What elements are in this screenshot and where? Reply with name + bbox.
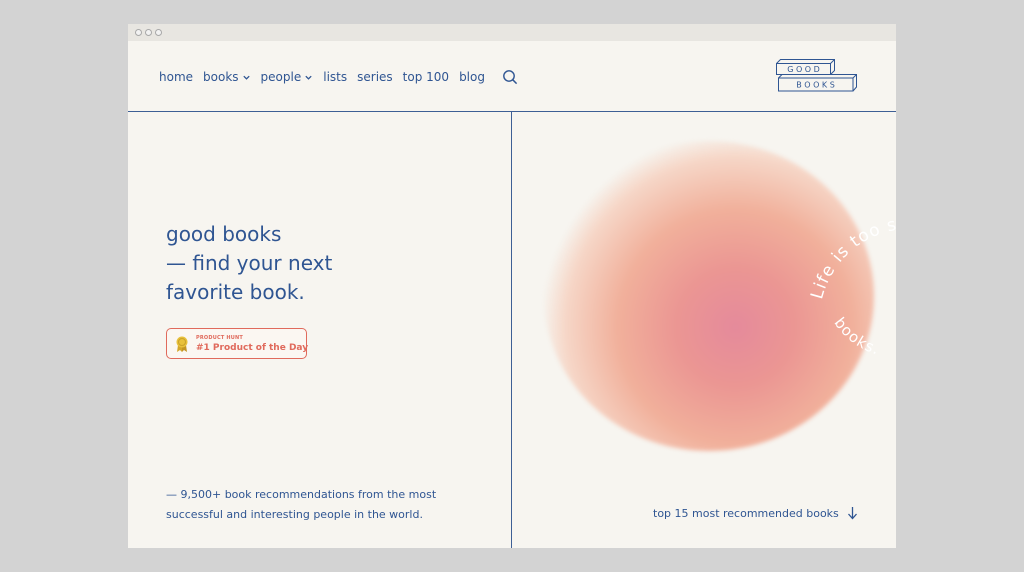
nav-item-lists[interactable]: lists <box>323 70 347 84</box>
nav-item-label: blog <box>459 70 485 84</box>
medal-icon <box>176 336 188 352</box>
nav-item-series[interactable]: series <box>357 70 393 84</box>
logo-line-good: G O O D <box>787 65 820 74</box>
nav-item-label: series <box>357 70 393 84</box>
product-hunt-badge[interactable]: PRODUCT HUNT #1 Product of the Day <box>166 328 309 359</box>
top-books-link[interactable]: top 15 most recommended books <box>653 506 858 520</box>
window-minimize-dot[interactable] <box>145 29 152 36</box>
window-titlebar <box>128 24 896 41</box>
quote-arc-lower: books. <box>831 314 882 359</box>
nav-item-home[interactable]: home <box>159 70 193 84</box>
nav-item-people[interactable]: people <box>261 70 314 84</box>
quote-arc-upper: Life is too s <box>807 215 896 302</box>
rotating-quote: Life is too s books. <box>807 215 896 359</box>
site-logo[interactable]: G O O D B O O K S <box>775 57 859 96</box>
nav-item-books[interactable]: books <box>203 70 251 84</box>
nav-item-label: books <box>203 70 239 84</box>
nav-item-label: people <box>260 70 302 84</box>
chevron-down-icon <box>242 75 250 80</box>
hero-line-3: favorite book. <box>166 280 305 304</box>
hero-line-2: — find your next <box>166 251 333 275</box>
top-books-label: top 15 most recommended books <box>653 506 839 520</box>
nav-item-label: lists <box>323 70 348 84</box>
site-header: home books people lists series top 100 b… <box>128 41 896 112</box>
hero-visual: Life is too s books. <box>512 113 896 548</box>
window-maximize-dot[interactable] <box>155 29 162 36</box>
nav-item-label: top 100 <box>402 70 450 84</box>
hero-title: good books — find your next favorite boo… <box>166 220 332 307</box>
summary-line-1: — 9,500+ book recommendations from the m… <box>166 488 437 501</box>
nav-item-label: home <box>159 70 194 84</box>
badge-title: #1 Product of the Day <box>196 343 309 353</box>
main-nav: home books people lists series top 100 b… <box>159 69 518 85</box>
logo-line-books: B O O K S <box>796 81 835 90</box>
hero-line-1: good books <box>166 222 282 246</box>
summary-line-2: successful and interesting people in the… <box>166 508 423 521</box>
nav-item-top-100[interactable]: top 100 <box>403 70 449 84</box>
badge-kicker: PRODUCT HUNT <box>196 335 244 341</box>
nav-item-blog[interactable]: blog <box>459 70 485 84</box>
summary-text: — 9,500+ book recommendations from the m… <box>166 485 436 525</box>
browser-window: home books people lists series top 100 b… <box>128 24 896 548</box>
search-icon[interactable] <box>502 69 518 85</box>
arrow-down-icon <box>847 507 857 520</box>
chevron-down-icon <box>305 75 312 80</box>
window-close-dot[interactable] <box>135 29 142 36</box>
